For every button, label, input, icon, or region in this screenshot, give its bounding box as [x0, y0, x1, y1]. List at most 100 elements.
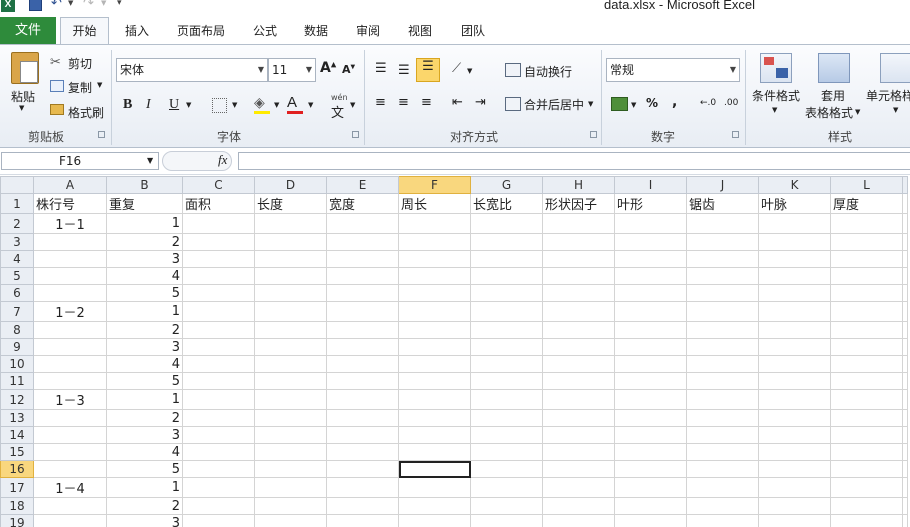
- cell-b11[interactable]: 5: [106, 372, 183, 390]
- cell-i5[interactable]: [614, 267, 687, 285]
- cell-k14[interactable]: [758, 426, 831, 444]
- cell-l10[interactable]: [830, 355, 903, 373]
- column-header-d[interactable]: D: [254, 176, 327, 194]
- redo-dropdown-icon[interactable]: ▼: [101, 0, 106, 7]
- cell-h17[interactable]: [542, 477, 615, 498]
- cell[interactable]: [902, 250, 908, 268]
- cell-g17[interactable]: [470, 477, 543, 498]
- row-header[interactable]: 13: [0, 409, 34, 427]
- column-header-h[interactable]: H: [542, 176, 615, 194]
- cell-g7[interactable]: [470, 301, 543, 322]
- tab-review[interactable]: 审阅: [356, 22, 380, 39]
- cell-l11[interactable]: [830, 372, 903, 390]
- row-header[interactable]: 19: [0, 514, 34, 527]
- cell-h9[interactable]: [542, 338, 615, 356]
- cell-a18[interactable]: [33, 497, 107, 515]
- cell-e16[interactable]: [326, 460, 399, 478]
- cell-l1[interactable]: 厚度: [830, 193, 903, 214]
- cell-a12[interactable]: 1－3: [33, 389, 107, 410]
- tab-team[interactable]: 团队: [461, 22, 485, 39]
- cell-f2[interactable]: [398, 213, 471, 234]
- cell[interactable]: [902, 372, 908, 390]
- font-name-combo[interactable]: 宋体 ▼: [116, 58, 268, 82]
- cell-c8[interactable]: [182, 321, 255, 339]
- cell-f14[interactable]: [398, 426, 471, 444]
- align-top-icon[interactable]: ☰: [375, 61, 387, 76]
- cell-l16[interactable]: [830, 460, 903, 478]
- cell-a1[interactable]: 株行号: [33, 193, 107, 214]
- cell-l3[interactable]: [830, 233, 903, 251]
- cell-f19[interactable]: [398, 514, 471, 527]
- paste-button[interactable]: 粘贴: [11, 88, 35, 105]
- cell[interactable]: [902, 409, 908, 427]
- cell-l2[interactable]: [830, 213, 903, 234]
- row-header[interactable]: 18: [0, 497, 34, 515]
- cell-i12[interactable]: [614, 389, 687, 410]
- cell-j19[interactable]: [686, 514, 759, 527]
- name-box[interactable]: F16 ▼: [1, 152, 159, 170]
- save-icon[interactable]: [29, 0, 42, 11]
- cell-l13[interactable]: [830, 409, 903, 427]
- row-header[interactable]: 17: [0, 477, 34, 498]
- cell-i14[interactable]: [614, 426, 687, 444]
- cell-g1[interactable]: 长宽比: [470, 193, 543, 214]
- tab-view[interactable]: 视图: [408, 22, 432, 39]
- cell-d17[interactable]: [254, 477, 327, 498]
- decrease-decimal-icon[interactable]: .00: [724, 98, 738, 108]
- cell-h18[interactable]: [542, 497, 615, 515]
- cell-e15[interactable]: [326, 443, 399, 461]
- cell-i13[interactable]: [614, 409, 687, 427]
- cell-a13[interactable]: [33, 409, 107, 427]
- cell-j15[interactable]: [686, 443, 759, 461]
- cell[interactable]: [902, 321, 908, 339]
- fill-color-dropdown-icon[interactable]: ▼: [274, 101, 279, 109]
- cell-h3[interactable]: [542, 233, 615, 251]
- cell-k4[interactable]: [758, 250, 831, 268]
- cell-g4[interactable]: [470, 250, 543, 268]
- column-header-i[interactable]: I: [614, 176, 687, 194]
- tab-page-layout[interactable]: 页面布局: [177, 22, 225, 39]
- cell-e19[interactable]: [326, 514, 399, 527]
- cell-b5[interactable]: 4: [106, 267, 183, 285]
- select-all-corner[interactable]: [0, 176, 34, 194]
- cell-h13[interactable]: [542, 409, 615, 427]
- cell-k2[interactable]: [758, 213, 831, 234]
- align-left-icon[interactable]: ≡: [375, 95, 386, 110]
- cell-c19[interactable]: [182, 514, 255, 527]
- merge-center-dropdown-icon[interactable]: ▼: [588, 100, 593, 108]
- cell-d6[interactable]: [254, 284, 327, 302]
- row-header[interactable]: 7: [0, 301, 34, 322]
- column-header-e[interactable]: E: [326, 176, 399, 194]
- cell[interactable]: [902, 460, 908, 478]
- cut-button[interactable]: 剪切: [68, 55, 92, 72]
- cell-f17[interactable]: [398, 477, 471, 498]
- cell-d15[interactable]: [254, 443, 327, 461]
- cell-e9[interactable]: [326, 338, 399, 356]
- cell-h7[interactable]: [542, 301, 615, 322]
- cell-c17[interactable]: [182, 477, 255, 498]
- cell-e17[interactable]: [326, 477, 399, 498]
- cell-d16[interactable]: [254, 460, 327, 478]
- cell-c6[interactable]: [182, 284, 255, 302]
- cell-g18[interactable]: [470, 497, 543, 515]
- cell-h1[interactable]: 形状因子: [542, 193, 615, 214]
- cell-g9[interactable]: [470, 338, 543, 356]
- cell-f13[interactable]: [398, 409, 471, 427]
- cell-f9[interactable]: [398, 338, 471, 356]
- format-painter-button[interactable]: 格式刷: [68, 104, 104, 121]
- cell-c3[interactable]: [182, 233, 255, 251]
- cell-f3[interactable]: [398, 233, 471, 251]
- cell-j6[interactable]: [686, 284, 759, 302]
- cell[interactable]: [902, 233, 908, 251]
- shrink-font-icon[interactable]: A▼: [342, 63, 355, 76]
- cell-b16[interactable]: 5: [106, 460, 183, 478]
- cell-f11[interactable]: [398, 372, 471, 390]
- format-as-table-button[interactable]: 表格格式: [805, 104, 853, 121]
- cell-i16[interactable]: [614, 460, 687, 478]
- cell-g15[interactable]: [470, 443, 543, 461]
- paste-icon[interactable]: [11, 52, 39, 84]
- conditional-format-button[interactable]: 条件格式: [752, 87, 800, 104]
- row-header[interactable]: 3: [0, 233, 34, 251]
- cell-h10[interactable]: [542, 355, 615, 373]
- cell-h11[interactable]: [542, 372, 615, 390]
